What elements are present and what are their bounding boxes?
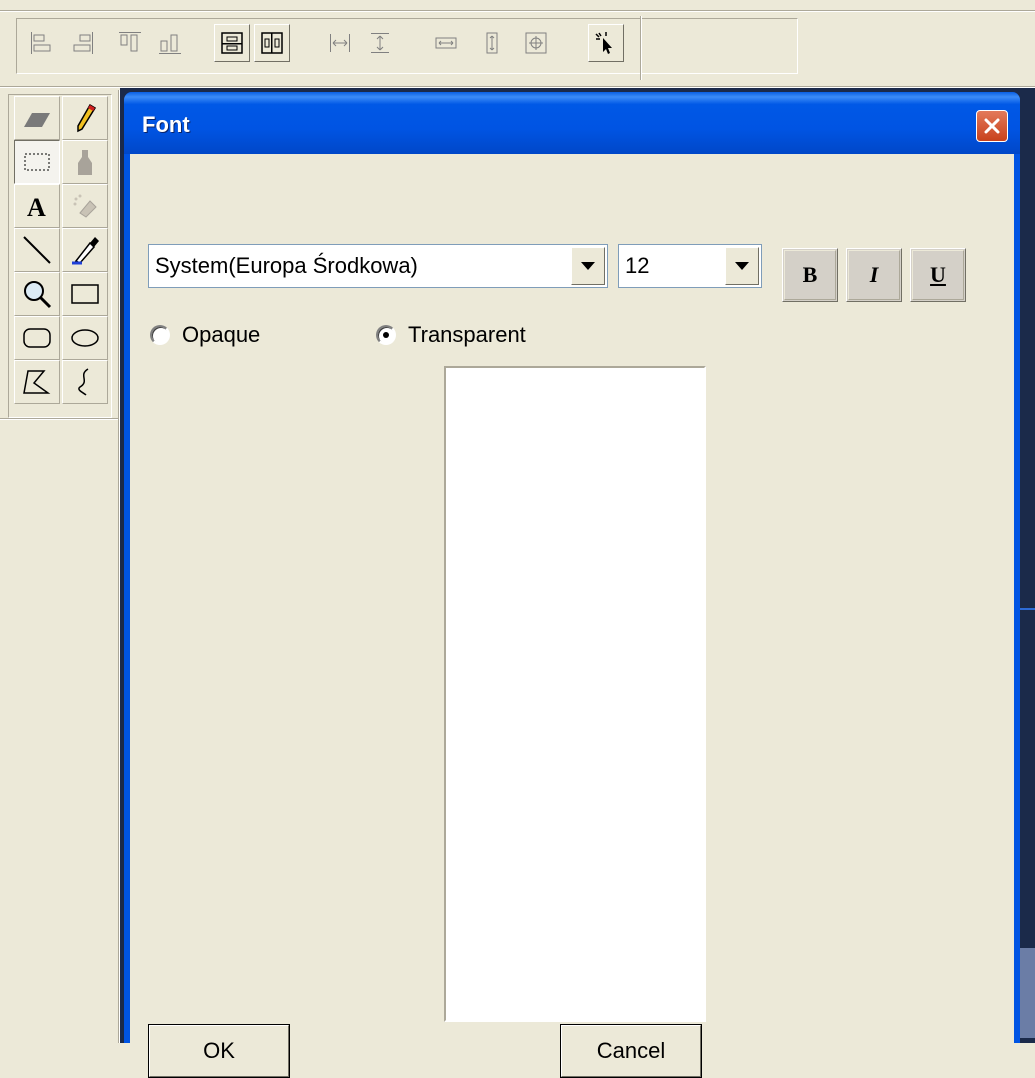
cancel-label: Cancel [596, 1038, 666, 1063]
align-left-button[interactable] [24, 24, 60, 62]
cancel-button[interactable]: Cancel [560, 1024, 702, 1078]
fill-bucket-tool[interactable] [62, 140, 108, 184]
underline-button[interactable]: U [910, 248, 966, 302]
same-width-button[interactable] [428, 24, 464, 62]
font-preview-box [444, 366, 706, 1022]
dialog-client-area: System(Europa Środkowa) 12 B I U Opaque … [130, 154, 1014, 1078]
align-top-button[interactable] [112, 24, 148, 62]
opaque-radio-label: Opaque [182, 322, 261, 347]
font-size-value: 12 [625, 253, 650, 278]
font-name-combo[interactable]: System(Europa Środkowa) [148, 244, 608, 288]
rectangle-icon [71, 284, 99, 304]
font-name-value: System(Europa Środkowa) [155, 253, 418, 278]
fill-bucket-icon [78, 150, 92, 175]
opaque-radio[interactable]: Opaque [150, 320, 260, 350]
magnifier-icon [24, 281, 52, 309]
center-horizontal-icon [261, 32, 283, 54]
same-width-icon [435, 37, 457, 49]
color-picker-tool[interactable] [62, 228, 108, 272]
transparent-radio[interactable]: Transparent [376, 320, 526, 350]
bold-button[interactable]: B [782, 248, 838, 302]
toolbar-top-divider [0, 10, 1035, 12]
polygon-icon [23, 370, 51, 394]
dialog-titlebar[interactable]: Font [124, 92, 1020, 154]
same-size-button[interactable] [518, 24, 554, 62]
same-height-button[interactable] [474, 24, 510, 62]
ok-button[interactable]: OK [148, 1024, 290, 1078]
transparent-radio-dot[interactable] [376, 325, 396, 345]
curve-icon [78, 368, 89, 396]
align-bottom-icon [159, 34, 181, 54]
font-dialog: Font System(Europa Środkowa) 12 B I U Op… [124, 92, 1020, 1078]
opaque-radio-dot[interactable] [150, 325, 170, 345]
pencil-tool[interactable] [62, 96, 108, 140]
align-right-button[interactable] [64, 24, 100, 62]
tool-palette: A [0, 90, 120, 1043]
pencil-icon [77, 103, 97, 133]
space-across-button[interactable] [322, 24, 358, 62]
rounded-rectangle-tool[interactable] [14, 316, 60, 360]
rounded-rectangle-icon [23, 328, 51, 348]
close-button[interactable] [976, 110, 1008, 142]
alignment-toolbar [0, 0, 1035, 88]
close-icon [984, 118, 1000, 134]
curve-tool[interactable] [62, 360, 108, 404]
dialog-title: Font [142, 112, 190, 137]
font-size-combo[interactable]: 12 [618, 244, 762, 288]
select-rectangle-tool[interactable] [14, 140, 60, 184]
eraser-tool[interactable] [14, 96, 60, 140]
toolbar-separator [640, 16, 642, 80]
airbrush-icon [73, 194, 97, 218]
select-rectangle-icon [24, 153, 50, 171]
same-height-icon [486, 32, 498, 54]
center-horizontal-button[interactable] [254, 24, 290, 62]
rectangle-tool[interactable] [62, 272, 108, 316]
bold-button-bevel [784, 250, 836, 300]
underline-button-bevel [912, 250, 964, 300]
space-down-button[interactable] [362, 24, 398, 62]
align-top-icon [119, 32, 141, 52]
align-right-icon [73, 32, 93, 54]
font-size-dropdown-button[interactable] [725, 247, 759, 285]
center-vertical-icon [221, 32, 243, 54]
ellipse-icon [71, 329, 99, 347]
italic-button[interactable]: I [846, 248, 902, 302]
ok-label: OK [203, 1038, 235, 1063]
center-vertical-button[interactable] [214, 24, 250, 62]
ellipse-tool[interactable] [62, 316, 108, 360]
pointer-icon [595, 32, 612, 54]
align-bottom-button[interactable] [152, 24, 188, 62]
text-tool[interactable]: A [14, 184, 60, 228]
align-left-icon [31, 32, 51, 54]
airbrush-tool[interactable] [62, 184, 108, 228]
magnifier-tool[interactable] [14, 272, 60, 316]
line-icon [23, 236, 51, 264]
text-icon: A [27, 193, 46, 222]
same-size-icon [525, 32, 547, 54]
italic-button-bevel [848, 250, 900, 300]
color-picker-icon [72, 237, 99, 265]
pointer-button[interactable] [588, 24, 624, 62]
eraser-icon [24, 113, 50, 127]
space-down-icon [371, 33, 389, 53]
line-tool[interactable] [14, 228, 60, 272]
space-across-icon [330, 34, 350, 52]
transparent-radio-label: Transparent [408, 322, 526, 347]
svg-text:A: A [27, 193, 46, 222]
font-name-dropdown-button[interactable] [571, 247, 605, 285]
polygon-tool[interactable] [14, 360, 60, 404]
palette-divider [0, 418, 118, 420]
